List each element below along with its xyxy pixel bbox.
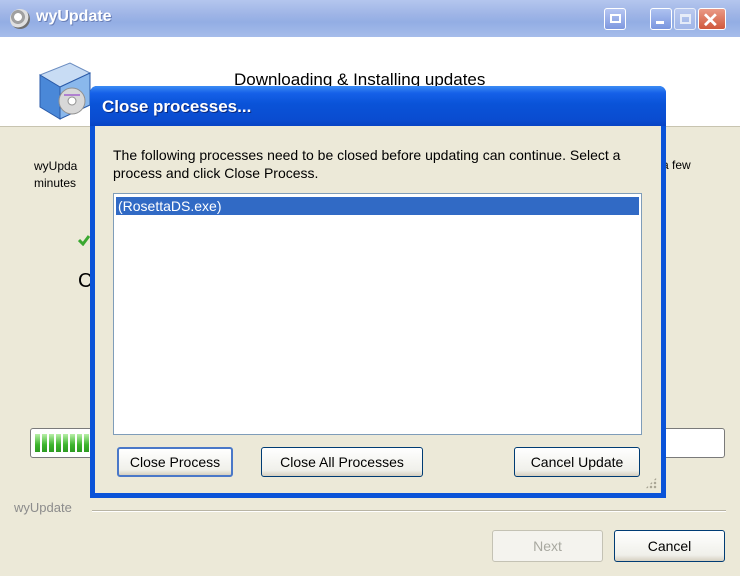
close-processes-dialog: Close processes... The following process… bbox=[90, 86, 666, 498]
main-titlebar[interactable]: wyUpdate ✕ bbox=[0, 0, 740, 37]
close-button[interactable]: ✕ bbox=[698, 8, 726, 32]
next-button[interactable]: Next bbox=[492, 530, 603, 562]
minimize-button[interactable] bbox=[650, 8, 672, 30]
progress-segment bbox=[77, 434, 82, 452]
close-process-button[interactable]: Close Process bbox=[117, 447, 233, 477]
close-icon: ✕ bbox=[702, 10, 719, 32]
progress-segment bbox=[35, 434, 40, 452]
minimize-icon bbox=[656, 21, 664, 24]
cancel-button[interactable]: Cancel bbox=[614, 530, 725, 562]
help-window-icon bbox=[610, 14, 621, 23]
dialog-titlebar[interactable]: Close processes... bbox=[90, 86, 666, 126]
dialog-title: Close processes... bbox=[102, 97, 252, 116]
main-description-tail: a few bbox=[662, 158, 691, 172]
wyupdate-logo-icon bbox=[10, 9, 30, 29]
checkmark-icon bbox=[78, 235, 90, 246]
dialog-message: The following processes need to be close… bbox=[113, 147, 621, 181]
progress-segment bbox=[42, 434, 47, 452]
close-all-processes-button[interactable]: Close All Processes bbox=[261, 447, 423, 477]
cancel-update-button[interactable]: Cancel Update bbox=[514, 447, 640, 477]
progress-segment bbox=[56, 434, 61, 452]
process-list-item[interactable]: (RosettaDS.exe) bbox=[116, 197, 639, 215]
resize-grip-icon[interactable] bbox=[645, 477, 657, 489]
progress-segment bbox=[84, 434, 89, 452]
dialog-body: The following processes need to be close… bbox=[95, 126, 661, 493]
progress-segment bbox=[70, 434, 75, 452]
window-title: wyUpdate bbox=[36, 8, 112, 25]
help-button[interactable] bbox=[604, 8, 626, 30]
main-description: wyUpda minutes bbox=[34, 159, 78, 190]
progress-segment bbox=[49, 434, 54, 452]
process-list[interactable]: (RosettaDS.exe) bbox=[113, 193, 642, 435]
footer-divider bbox=[92, 510, 726, 512]
maximize-button[interactable] bbox=[674, 8, 696, 30]
maximize-icon bbox=[680, 14, 691, 24]
footer-label: wyUpdate bbox=[14, 500, 72, 515]
progress-segment bbox=[63, 434, 68, 452]
